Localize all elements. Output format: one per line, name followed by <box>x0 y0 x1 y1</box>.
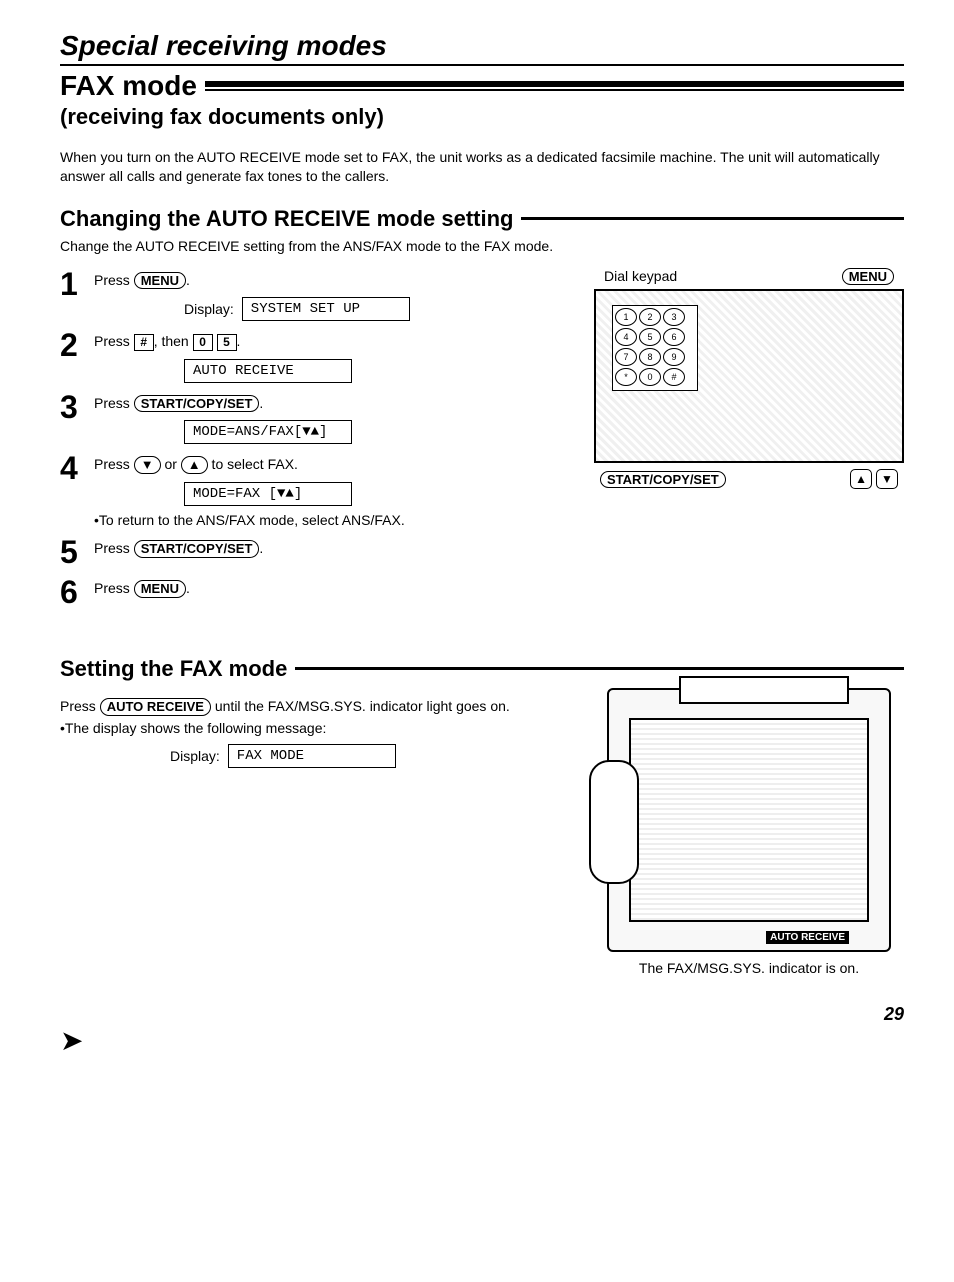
keypad-figure: Dial keypad MENU 123 456 789 *0# START/C… <box>594 268 904 616</box>
step-number: 6 <box>60 576 82 608</box>
fax-machine-illustration: AUTO RECEIVE <box>607 688 891 952</box>
rule-thin <box>295 667 904 670</box>
figure-label-menu: MENU <box>842 268 894 286</box>
indicator-caption: The FAX/MSG.SYS. indicator is on. <box>594 960 904 976</box>
step-suffix: . <box>186 272 190 288</box>
step-5: 5 Press START/COPY/SET. <box>60 536 566 568</box>
set-line2: •The display shows the following message… <box>60 720 566 736</box>
display-label: Display: <box>170 748 220 764</box>
start-copy-set-key: START/COPY/SET <box>134 540 260 558</box>
display-box: FAX MODE <box>228 744 396 768</box>
handset-icon <box>589 760 639 884</box>
step-suffix: . <box>186 580 190 596</box>
step-3: 3 Press START/COPY/SET. MODE=ANS/FAX[▼▲] <box>60 391 566 445</box>
down-arrow-icon: ▼ <box>876 469 898 489</box>
hash-key: # <box>134 334 154 350</box>
keypad-star: * <box>615 368 637 386</box>
menu-key: MENU <box>134 272 186 290</box>
auto-receive-label: AUTO RECEIVE <box>766 931 849 944</box>
page-title: Special receiving modes <box>60 30 904 66</box>
fax-body-icon <box>629 718 869 922</box>
intro-paragraph: When you turn on the AUTO RECEIVE mode s… <box>60 148 904 186</box>
set-line1-suffix: until the FAX/MSG.SYS. indicator light g… <box>211 698 510 714</box>
step-text: Press <box>94 540 134 556</box>
figure-label-start-copy-set: START/COPY/SET <box>600 471 726 489</box>
set-line1-prefix: Press <box>60 698 100 714</box>
mode-subtitle: (receiving fax documents only) <box>60 104 904 130</box>
step-suffix: . <box>259 395 263 411</box>
rule-heavy <box>205 81 904 91</box>
step-2: 2 Press #, then 0 5. AUTO RECEIVE <box>60 329 566 382</box>
mode-title-row: FAX mode <box>60 70 904 102</box>
subheading-change: Changing the AUTO RECEIVE mode setting <box>60 206 521 232</box>
menu-key: MENU <box>134 580 186 598</box>
auto-receive-key: AUTO RECEIVE <box>100 698 211 716</box>
set-mode-text: Press AUTO RECEIVE until the FAX/MSG.SYS… <box>60 688 566 768</box>
step-number: 1 <box>60 268 82 322</box>
zero-key: 0 <box>193 334 213 350</box>
display-box: AUTO RECEIVE <box>184 359 352 383</box>
up-arrow-key: ▲ <box>181 456 208 474</box>
step-text: Press <box>94 333 134 349</box>
keypad-6: 6 <box>663 328 685 346</box>
display-label: Display: <box>184 301 234 317</box>
figure-label-dial-keypad: Dial keypad <box>604 268 677 286</box>
keypad-1: 1 <box>615 308 637 326</box>
fax-machine-figure: AUTO RECEIVE The FAX/MSG.SYS. indicator … <box>594 688 904 976</box>
step-text: Press <box>94 395 134 411</box>
keypad-3: 3 <box>663 308 685 326</box>
keypad-5: 5 <box>639 328 661 346</box>
step-number: 3 <box>60 391 82 445</box>
paper-tray-icon <box>679 676 849 704</box>
dial-keypad-illustration: 123 456 789 *0# <box>612 305 698 391</box>
page-number: 29 <box>60 1004 904 1025</box>
keypad-8: 8 <box>639 348 661 366</box>
keypad-hash: # <box>663 368 685 386</box>
step-text: Press <box>94 272 134 288</box>
rule-thin <box>521 217 904 220</box>
keypad-2: 2 <box>639 308 661 326</box>
step-1: 1 Press MENU. Display: SYSTEM SET UP <box>60 268 566 322</box>
keypad-7: 7 <box>615 348 637 366</box>
subheading-row-change: Changing the AUTO RECEIVE mode setting <box>60 206 904 232</box>
step-note: •To return to the ANS/FAX mode, select A… <box>94 512 566 528</box>
subheading-set: Setting the FAX mode <box>60 656 295 682</box>
pointer-icon: ➤ <box>60 1024 83 1057</box>
keypad-9: 9 <box>663 348 685 366</box>
step-suffix: to select FAX. <box>208 456 298 472</box>
steps-column: 1 Press MENU. Display: SYSTEM SET UP 2 P… <box>60 268 566 616</box>
mode-title: FAX mode <box>60 70 205 102</box>
up-arrow-icon: ▲ <box>850 469 872 489</box>
step-number: 2 <box>60 329 82 382</box>
display-box: MODE=ANS/FAX[▼▲] <box>184 420 352 444</box>
device-top-illustration: 123 456 789 *0# <box>594 289 904 463</box>
keypad-4: 4 <box>615 328 637 346</box>
step-suffix: . <box>259 540 263 556</box>
step-number: 4 <box>60 452 82 528</box>
five-key: 5 <box>217 334 237 350</box>
step-text: Press <box>94 580 134 596</box>
step-text: Press <box>94 456 134 472</box>
change-intro: Change the AUTO RECEIVE setting from the… <box>60 238 904 254</box>
display-box: MODE=FAX [▼▲] <box>184 482 352 506</box>
step-6: 6 Press MENU. <box>60 576 566 608</box>
display-box: SYSTEM SET UP <box>242 297 410 321</box>
start-copy-set-key: START/COPY/SET <box>134 395 260 413</box>
down-arrow-key: ▼ <box>134 456 161 474</box>
keypad-0: 0 <box>639 368 661 386</box>
step-number: 5 <box>60 536 82 568</box>
step-4: 4 Press ▼ or ▲ to select FAX. MODE=FAX [… <box>60 452 566 528</box>
step-suffix: . <box>237 333 241 349</box>
